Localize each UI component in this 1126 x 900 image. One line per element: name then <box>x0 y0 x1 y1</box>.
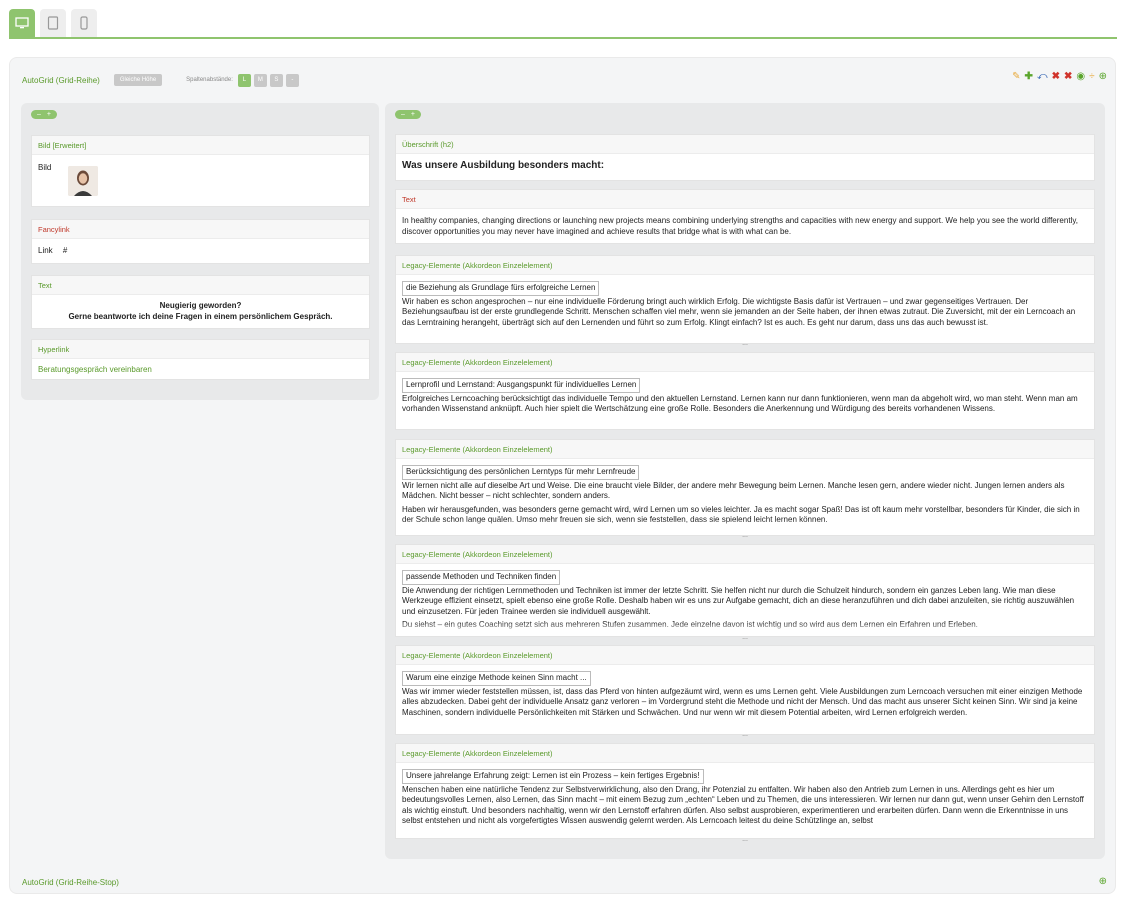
spacing-s-button[interactable]: S <box>269 73 283 87</box>
accordion-title: Legacy-Elemente (Akkordeon Einzelelement… <box>396 545 1094 564</box>
spacing-m-button[interactable]: M <box>253 73 267 87</box>
hyperlink-element[interactable]: Hyperlink Beratungsgespräch vereinbaren <box>31 339 370 380</box>
image-element-title: Bild [Erweitert] <box>32 136 369 155</box>
avatar <box>68 166 98 196</box>
spacing-l-button[interactable]: L <box>237 73 251 87</box>
fancylink-title: Fancylink <box>32 220 369 239</box>
image-element[interactable]: Bild [Erweitert] Bild <box>31 135 370 207</box>
column-size-control[interactable]: – + <box>31 110 57 119</box>
accordion-heading: die Beziehung als Grundlage fürs erfolgr… <box>402 281 600 296</box>
accordion-body: Erfolgreiches Lerncoaching berücksichtig… <box>402 394 1088 426</box>
column-size-control[interactable]: – + <box>395 110 421 119</box>
plus-icon[interactable]: ✚ <box>1025 72 1033 82</box>
accordion-body-text: Menschen haben eine natürliche Tendenz z… <box>402 784 1084 826</box>
accordion-ellipsis: ... <box>742 339 748 347</box>
fancylink-value: # <box>62 246 68 255</box>
tablet-icon <box>47 16 59 30</box>
accordion-heading: passende Methoden und Techniken finden <box>402 570 561 585</box>
accordion-ellipsis: ... <box>742 730 748 738</box>
hyperlink-title: Hyperlink <box>32 340 369 359</box>
text-element-title: Text <box>32 276 369 295</box>
split-icon[interactable]: ÷ <box>1089 72 1095 82</box>
accordion-body-text: Was wir immer wieder feststellen müssen,… <box>402 686 1083 717</box>
fancylink-label: Link <box>38 246 53 255</box>
accordion-body: Wir lernen nicht alle auf dieselbe Art u… <box>402 481 1088 532</box>
x-icon[interactable]: ✖ <box>1052 72 1060 82</box>
accordion-body: Wir haben es schon angesprochen – nur ei… <box>402 297 1088 340</box>
autogrid-container: AutoGrid (Grid-Reihe) Gleiche Höhe Spalt… <box>9 57 1116 894</box>
accordion-item[interactable]: Legacy-Elemente (Akkordeon Einzelelement… <box>395 255 1095 347</box>
accordion-title: Legacy-Elemente (Akkordeon Einzelelement… <box>396 256 1094 275</box>
accordion-ellipsis: ... <box>742 633 748 641</box>
pencil-icon[interactable]: ✎ <box>1012 72 1020 82</box>
accordion-body-text: Wir haben es schon angesprochen – nur ei… <box>402 296 1076 327</box>
accordion-title: Legacy-Elemente (Akkordeon Einzelelement… <box>396 440 1094 459</box>
x-icon[interactable]: ✖ <box>1064 72 1072 82</box>
intro-text: In healthy companies, changing direction… <box>402 216 1078 236</box>
accordion-body: Was wir immer wieder feststellen müssen,… <box>402 687 1088 731</box>
accordion-heading: Unsere jahrelange Erfahrung zeigt: Lerne… <box>402 769 704 784</box>
desktop-icon <box>15 17 29 29</box>
accordion-title: Legacy-Elemente (Akkordeon Einzelelement… <box>396 744 1094 763</box>
accordion-body-text: Wir lernen nicht alle auf dieselbe Art u… <box>402 480 1065 501</box>
accordion-body-text-2: Du siehst – ein gutes Coaching setzt sic… <box>402 620 978 629</box>
text-element-left[interactable]: Text Neugierig geworden? Gerne beantwort… <box>31 275 370 329</box>
accordion-heading: Warum eine einzige Methode keinen Sinn m… <box>402 671 591 686</box>
accordion-ellipsis: ... <box>742 531 748 539</box>
phone-icon <box>80 16 88 30</box>
plus-circle-icon[interactable]: ⊕ <box>1099 72 1107 82</box>
spacing-none-button[interactable]: - <box>285 73 299 87</box>
accordion-item[interactable]: Legacy-Elemente (Akkordeon Einzelelement… <box>395 645 1095 738</box>
text-line-1: Neugierig geworden? <box>159 301 242 310</box>
tablet-view-tab[interactable] <box>40 9 66 37</box>
accordion-heading: Berücksichtigung des persönlichen Lernty… <box>402 465 640 480</box>
accordion-body: Die Anwendung der richtigen Lernmethoden… <box>402 586 1088 634</box>
device-switcher <box>0 0 1126 40</box>
autogrid-title: AutoGrid (Grid-Reihe) <box>22 75 100 85</box>
autogrid-stop-title: AutoGrid (Grid-Reihe-Stop) <box>22 878 119 887</box>
accordion-item[interactable]: Legacy-Elemente (Akkordeon Einzelelement… <box>395 544 1095 641</box>
element-toolbar: ✎ ✚ ⤺ ✖ ✖ ◉ ÷ ⊕ <box>1012 72 1107 82</box>
equal-height-button[interactable]: Gleiche Höhe <box>113 74 163 86</box>
phone-view-tab[interactable] <box>71 9 97 37</box>
autogrid-header: AutoGrid (Grid-Reihe) Gleiche Höhe Spalt… <box>22 72 299 88</box>
accordion-item[interactable]: Legacy-Elemente (Akkordeon Einzelelement… <box>395 352 1095 430</box>
accordion-ellipsis: ... <box>742 835 748 843</box>
accordion-title: Legacy-Elemente (Akkordeon Einzelelement… <box>396 646 1094 665</box>
move-icon[interactable]: ⤺ <box>1037 72 1048 82</box>
accordion-heading: Lernprofil und Lernstand: Ausgangspunkt … <box>402 378 641 393</box>
spacing-label: Spaltenabstände: <box>186 77 233 83</box>
accordion-body-text-2: Haben wir herausgefunden, was besonders … <box>402 504 1080 525</box>
fancylink-element[interactable]: Fancylink Link # <box>31 219 370 264</box>
text-element-title: Text <box>396 190 1094 209</box>
text-line-2: Gerne beantworte ich deine Fragen in ein… <box>68 311 333 321</box>
accordion-body-text: Die Anwendung der richtigen Lernmethoden… <box>402 585 1075 616</box>
eye-icon[interactable]: ◉ <box>1076 72 1085 82</box>
main-heading: Was unsere Ausbildung besonders macht: <box>402 160 605 171</box>
accordion-body-text: Erfolgreiches Lerncoaching berücksichtig… <box>402 393 1078 414</box>
consultation-link[interactable]: Beratungsgespräch vereinbaren <box>38 365 152 374</box>
accordion-body: Menschen haben eine natürliche Tendenz z… <box>402 785 1088 836</box>
left-column: –+ Bild [Erweitert] Bild Fancylink Link <box>21 103 379 400</box>
accordion-item[interactable]: Legacy-Elemente (Akkordeon Einzelelement… <box>395 439 1095 539</box>
heading-element-title: Überschrift (h2) <box>396 135 1094 154</box>
heading-element[interactable]: Überschrift (h2) Was unsere Ausbildung b… <box>395 134 1095 181</box>
accordion-item[interactable]: Legacy-Elemente (Akkordeon Einzelelement… <box>395 743 1095 843</box>
image-label: Bild <box>38 163 52 172</box>
right-column: – + Überschrift (h2) Was unsere Ausbildun… <box>385 103 1105 859</box>
plus-circle-icon[interactable]: ⊕ <box>1099 876 1107 887</box>
text-element-right[interactable]: Text In healthy companies, changing dire… <box>395 189 1095 244</box>
desktop-view-tab[interactable] <box>9 9 35 37</box>
accordion-title: Legacy-Elemente (Akkordeon Einzelelement… <box>396 353 1094 372</box>
device-tab-underline <box>9 37 1117 39</box>
